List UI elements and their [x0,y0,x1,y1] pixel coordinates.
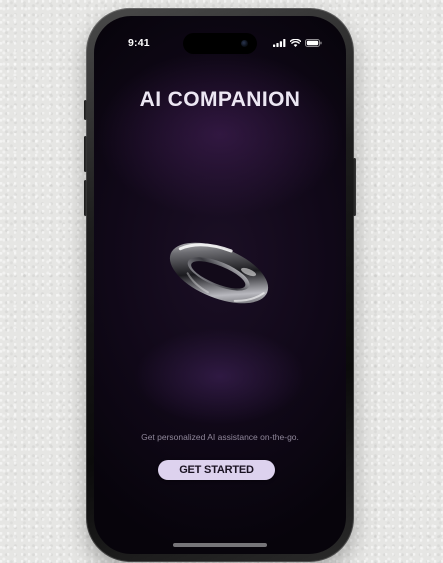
home-indicator [173,543,267,547]
tagline: Get personalized AI assistance on-the-go… [141,432,299,442]
phone-mockup: 9:41 AI COMPANION Get personalized AI as… [84,8,356,562]
volume-up-button [84,136,87,172]
front-camera-icon [241,40,248,47]
status-time: 9:41 [128,37,150,49]
signal-icon [273,39,286,47]
status-icons [273,39,322,47]
wifi-icon [290,39,301,47]
dynamic-island [183,33,257,54]
action-button [84,100,87,120]
page-title: AI COMPANION [139,88,301,111]
status-bar: 9:41 [94,16,346,62]
get-started-button[interactable]: GET STARTED [158,460,275,480]
volume-down-button [84,180,87,216]
power-button [353,158,356,216]
battery-icon [305,39,322,47]
glass-ring-icon [169,242,269,304]
app-screen: 9:41 AI COMPANION Get personalized AI as… [94,16,346,554]
